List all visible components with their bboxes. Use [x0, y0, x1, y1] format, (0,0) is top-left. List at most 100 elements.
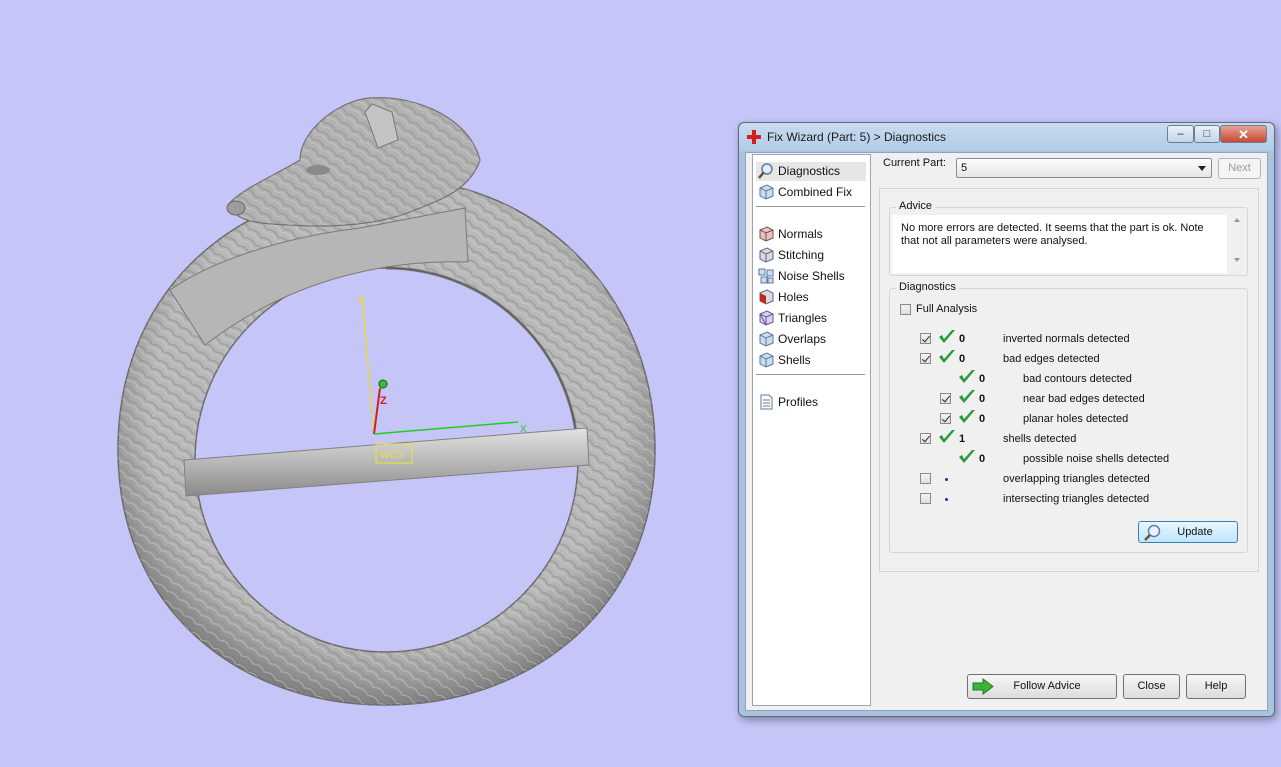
nav-item-label: Normals [778, 227, 823, 241]
nav-item-noise-shells[interactable]: Noise Shells [756, 267, 866, 286]
advice-title: Advice [896, 200, 936, 212]
shells-count: 1 [959, 433, 966, 445]
y-axis-label: Y [357, 295, 365, 307]
maximize-button[interactable]: □ [1194, 125, 1220, 143]
near-bad-edges-checkbox[interactable] [940, 393, 951, 404]
green-check-icon [939, 430, 955, 443]
full-analysis-checkbox[interactable] [900, 304, 911, 315]
nav-item-combined-fix[interactable]: Combined Fix [756, 183, 866, 202]
follow-advice-label: Follow Advice [1013, 680, 1081, 692]
diagnostics-group: Diagnostics Full Analysis 0 inverted nor… [889, 281, 1248, 553]
inverted-normals-label: inverted normals detected [1003, 333, 1130, 345]
bad-edges-checkbox[interactable] [920, 353, 931, 364]
planar-holes-checkbox[interactable] [940, 413, 951, 424]
intersecting-triangles-label: intersecting triangles detected [1003, 493, 1150, 505]
shells-checkbox[interactable] [920, 433, 931, 444]
current-part-label: Current Part: [883, 157, 946, 169]
nav-separator [756, 206, 865, 207]
magnifier-icon [758, 163, 773, 179]
bad-edges-label: bad edges detected [1003, 353, 1100, 365]
nav-item-label: Shells [778, 353, 811, 367]
inverted-normals-count: 0 [959, 333, 966, 345]
close-button[interactable]: Close [1123, 674, 1180, 699]
overlapping-triangles-checkbox[interactable] [920, 473, 931, 484]
advice-line-1: No more errors are detected. It seems th… [901, 222, 1204, 234]
title-bar[interactable]: Fix Wizard (Part: 5) > Diagnostics ‒ □ ✕ [739, 123, 1274, 151]
red-cross-icon [747, 130, 761, 144]
minimize-button[interactable]: ‒ [1167, 125, 1194, 143]
ring-model-render[interactable]: Y Z X WCS [0, 0, 730, 767]
document-icon [760, 394, 773, 410]
z-axis-label: Z [380, 395, 387, 407]
advice-scrollbar[interactable] [1231, 216, 1245, 264]
green-arrow-icon [972, 678, 994, 695]
bad-edges-count: 0 [959, 353, 966, 365]
follow-advice-button[interactable]: Follow Advice [967, 674, 1117, 699]
3d-viewport[interactable]: Y Z X WCS [0, 0, 730, 767]
pending-dot-icon [945, 478, 948, 481]
nav-item-shells[interactable]: Shells [756, 351, 866, 370]
fix-step-list: Diagnostics Combined Fix Normals Stitchi… [752, 154, 871, 706]
dialog-client-area: Diagnostics Combined Fix Normals Stitchi… [745, 152, 1268, 711]
close-window-button[interactable]: ✕ [1220, 125, 1267, 143]
inverted-normals-checkbox[interactable] [920, 333, 931, 344]
triangles-cube-icon [759, 310, 774, 326]
noise-shells-count: 0 [979, 453, 986, 465]
nav-separator [756, 374, 865, 375]
intersecting-triangles-checkbox[interactable] [920, 493, 931, 504]
nav-item-overlaps[interactable]: Overlaps [756, 330, 866, 349]
advice-group: Advice No more errors are detected. It s… [889, 200, 1248, 276]
nav-item-label: Overlaps [778, 332, 827, 346]
nav-item-label: Combined Fix [778, 185, 853, 199]
diagnostics-panel: Advice No more errors are detected. It s… [879, 188, 1259, 572]
nav-item-normals[interactable]: Normals [756, 225, 866, 244]
overlapping-triangles-label: overlapping triangles detected [1003, 473, 1150, 485]
nav-item-label: Holes [778, 290, 809, 304]
nav-item-label: Noise Shells [778, 269, 845, 283]
bad-contours-count: 0 [979, 373, 986, 385]
full-analysis-label: Full Analysis [916, 303, 978, 315]
x-axis-label: X [520, 424, 527, 435]
wcs-label: WCS [380, 450, 404, 461]
normals-cube-icon [759, 226, 774, 242]
window-title: Fix Wizard (Part: 5) > Diagnostics [767, 130, 947, 144]
update-button[interactable]: Update [1138, 521, 1238, 543]
shells-label: shells detected [1003, 433, 1077, 445]
chevron-down-icon [1198, 166, 1206, 171]
nav-item-label: Triangles [778, 311, 827, 325]
nav-item-label: Diagnostics [778, 164, 841, 178]
near-bad-edges-count: 0 [979, 393, 986, 405]
stitching-cube-icon [759, 247, 774, 263]
noise-shells-icon [758, 268, 774, 284]
green-check-icon [959, 410, 975, 423]
noise-shells-label: possible noise shells detected [1023, 453, 1170, 465]
pending-dot-icon [945, 498, 948, 501]
holes-cube-icon [759, 289, 774, 305]
scroll-up-icon[interactable] [1234, 218, 1240, 222]
overlaps-cube-icon [759, 331, 774, 347]
near-bad-edges-label: near bad edges detected [1023, 393, 1145, 405]
green-check-icon [959, 450, 975, 463]
green-check-icon [939, 330, 955, 343]
diagnostics-title: Diagnostics [896, 281, 959, 293]
help-button[interactable]: Help [1186, 674, 1246, 699]
cube-icon [759, 184, 774, 200]
current-part-select[interactable]: 5 [956, 158, 1212, 178]
current-part-value: 5 [961, 162, 968, 174]
green-check-icon [939, 350, 955, 363]
nav-item-profiles[interactable]: Profiles [756, 393, 866, 412]
bad-contours-label: bad contours detected [1023, 373, 1132, 385]
advice-text: No more errors are detected. It seems th… [892, 215, 1227, 273]
nav-item-diagnostics[interactable]: Diagnostics [756, 162, 866, 181]
update-label: Update [1177, 526, 1213, 538]
planar-holes-label: planar holes detected [1023, 413, 1129, 425]
advice-line-2: that not all parameters were analysed. [901, 235, 1088, 247]
shells-cube-icon [759, 352, 774, 368]
next-button[interactable]: Next [1218, 158, 1261, 179]
green-check-icon [959, 390, 975, 403]
nav-item-stitching[interactable]: Stitching [756, 246, 866, 265]
nav-item-holes[interactable]: Holes [756, 288, 866, 307]
nav-item-triangles[interactable]: Triangles [756, 309, 866, 328]
planar-holes-count: 0 [979, 413, 986, 425]
scroll-down-icon[interactable] [1234, 258, 1240, 262]
